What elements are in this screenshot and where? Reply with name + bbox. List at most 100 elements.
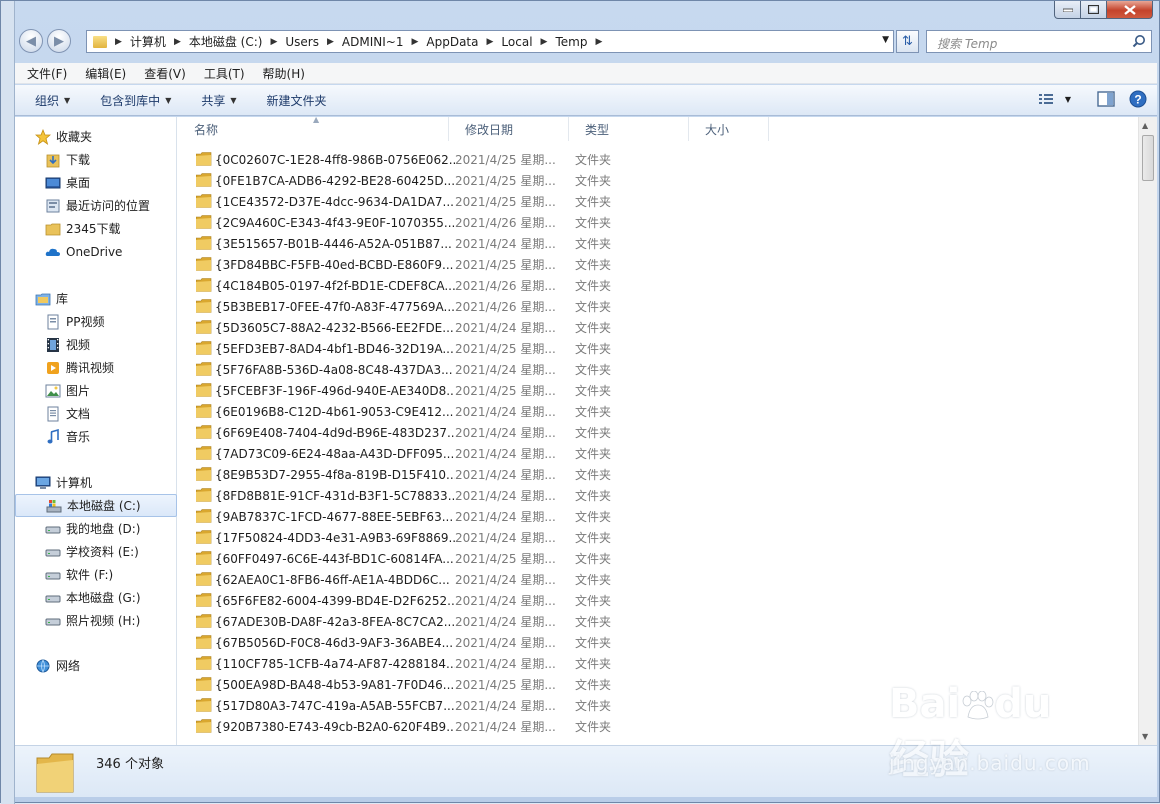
column-type[interactable]: 类型	[569, 117, 689, 141]
file-row[interactable]: {65F6FE82-6004-4399-BD4E-D2F6252... 2021/…	[178, 590, 1138, 611]
file-row[interactable]: {8E9B53D7-2955-4f8a-819B-D15F410... 2021/…	[178, 464, 1138, 485]
file-row[interactable]: {3FD84BBC-F5FB-40ed-BCBD-E860F9... 2021/4…	[178, 254, 1138, 275]
change-view-button[interactable]: ▼	[1038, 93, 1071, 105]
help-icon[interactable]: ?	[1129, 90, 1147, 108]
nav-item-2345-downloads[interactable]: 2345下载	[15, 217, 177, 240]
breadcrumb-separator-icon[interactable]: ▶	[115, 37, 122, 47]
nav-item-tencent-video[interactable]: 腾讯视频	[15, 356, 177, 379]
nav-item-desktop[interactable]: 桌面	[15, 171, 177, 194]
file-row[interactable]: {67B5056D-F0C8-46d3-9AF3-36ABE4... 2021/4…	[178, 632, 1138, 653]
file-row[interactable]: {60FF0497-6C6E-443f-BD1C-60814FA... 2021/…	[178, 548, 1138, 569]
breadcrumb-separator-icon[interactable]: ▶	[174, 37, 181, 47]
nav-item-pp-video[interactable]: PP视频	[15, 310, 177, 333]
file-row[interactable]: {6F69E408-7404-4d9d-B96E-483D237... 2021/…	[178, 422, 1138, 443]
nav-item-drive-f[interactable]: 软件 (F:)	[15, 563, 177, 586]
minimize-button[interactable]	[1054, 1, 1081, 19]
back-button[interactable]: ◀	[19, 29, 43, 53]
breadcrumb-users[interactable]: Users	[285, 35, 319, 49]
file-row[interactable]: {2C9A460C-E343-4f43-9E0F-1070355... 2021/…	[178, 212, 1138, 233]
nav-item-drive-d[interactable]: 我的地盘 (D:)	[15, 517, 177, 540]
nav-item-recent-places[interactable]: 最近访问的位置	[15, 194, 177, 217]
network-header[interactable]: 网络	[15, 654, 177, 677]
file-row[interactable]: {5FCEBF3F-196F-496d-940E-AE340D8... 2021/…	[178, 380, 1138, 401]
nav-item-pictures[interactable]: 图片	[15, 379, 177, 402]
file-name: {0FE1B7CA-ADB6-4292-BE28-60425D...	[215, 173, 455, 188]
file-row[interactable]: {7AD73C09-6E24-48aa-A43D-DFF095... 2021/4…	[178, 443, 1138, 464]
vertical-scrollbar[interactable]: ▲ ▼	[1138, 117, 1157, 745]
close-button[interactable]	[1107, 1, 1153, 19]
nav-item-videos[interactable]: 视频	[15, 333, 177, 356]
downloads-folder-icon	[46, 154, 60, 167]
address-bar[interactable]: ▶ 计算机 ▶ 本地磁盘 (C:) ▶ Users ▶ ADMINI~1 ▶ A…	[86, 30, 894, 53]
column-name[interactable]: 名称	[178, 117, 449, 141]
library-document-icon	[47, 314, 59, 329]
scroll-down-arrow-icon[interactable]: ▼	[1142, 732, 1148, 741]
file-row[interactable]: {1CE43572-D37E-4dcc-9634-DA1DA7... 2021/4…	[178, 191, 1138, 212]
menu-help[interactable]: 帮助(H)	[257, 65, 311, 82]
nav-item-onedrive[interactable]: OneDrive	[15, 240, 177, 263]
scroll-up-arrow-icon[interactable]: ▲	[1142, 121, 1148, 130]
maximize-button[interactable]	[1081, 1, 1107, 19]
file-date: 2021/4/24 星期...	[455, 489, 556, 503]
explorer-window: ◀ ▶ ▶ 计算机 ▶ 本地磁盘 (C:) ▶ Users ▶ ADMINI~1…	[0, 0, 1160, 804]
preview-pane-icon[interactable]	[1097, 91, 1115, 107]
scroll-thumb[interactable]	[1142, 135, 1154, 181]
file-row[interactable]: {4C184B05-0197-4f2f-BD1E-CDEF8CA... 2021/…	[178, 275, 1138, 296]
menu-file[interactable]: 文件(F)	[21, 65, 73, 82]
file-row[interactable]: {9AB7837C-1FCD-4677-88EE-5EBF63... 2021/4…	[178, 506, 1138, 527]
nav-item-documents[interactable]: 文档	[15, 402, 177, 425]
file-row[interactable]: {110CF785-1CFB-4a74-AF87-4288184... 2021/…	[178, 653, 1138, 674]
file-row[interactable]: {8FD8B81E-91CF-431d-B3F1-5C78833... 2021/…	[178, 485, 1138, 506]
address-history-dropdown-icon[interactable]: ▼	[882, 35, 889, 45]
file-row[interactable]: {5D3605C7-88A2-4232-B566-EE2FDE... 2021/4…	[178, 317, 1138, 338]
file-row[interactable]: {62AEA0C1-8FB6-46ff-AE1A-4BDD6C... 2021/4…	[178, 569, 1138, 590]
file-row[interactable]: {0C02607C-1E28-4ff8-986B-0756E062... 2021…	[178, 149, 1138, 170]
column-size[interactable]: 大小	[689, 117, 769, 141]
chevron-down-icon: ▼	[165, 95, 172, 105]
breadcrumb-admin[interactable]: ADMINI~1	[342, 35, 404, 49]
menu-tools[interactable]: 工具(T)	[198, 65, 251, 82]
nav-item-drive-h[interactable]: 照片视频 (H:)	[15, 609, 177, 632]
favorites-header[interactable]: 收藏夹	[15, 125, 177, 148]
file-row[interactable]: {6E0196B8-C12D-4b61-9053-C9E412... 2021/4…	[178, 401, 1138, 422]
file-row[interactable]: {5B3BEB17-0FEE-47f0-A83F-477569A... 2021/…	[178, 296, 1138, 317]
forward-button[interactable]: ▶	[47, 29, 71, 53]
file-date: 2021/4/25 星期...	[455, 258, 556, 272]
refresh-button[interactable]: ⇅	[896, 30, 919, 53]
search-icon[interactable]	[1132, 34, 1146, 48]
file-row[interactable]: {67ADE30B-DA8F-42a3-8FEA-8C7CA2... 2021/4…	[178, 611, 1138, 632]
file-row[interactable]: {17F50824-4DD3-4e31-A9B3-69F8869... 2021/…	[178, 527, 1138, 548]
file-row[interactable]: {5EFD3EB7-8AD4-4bf1-BD46-32D19A... 2021/4…	[178, 338, 1138, 359]
menu-view[interactable]: 查看(V)	[138, 65, 192, 82]
nav-item-drive-c[interactable]: 本地磁盘 (C:)	[15, 494, 177, 517]
search-input[interactable]: 搜索 Temp	[926, 30, 1152, 53]
include-in-library-button[interactable]: 包含到库中 ▼	[100, 92, 171, 109]
file-row[interactable]: {0FE1B7CA-ADB6-4292-BE28-60425D... 2021/4…	[178, 170, 1138, 191]
breadcrumb-temp[interactable]: Temp	[555, 35, 587, 49]
file-name: {517D80A3-747C-419a-A5AB-55FCB7...	[215, 698, 455, 713]
breadcrumb-separator-icon[interactable]: ▶	[327, 37, 334, 47]
breadcrumb-appdata[interactable]: AppData	[426, 35, 478, 49]
breadcrumb-computer[interactable]: 计算机	[130, 33, 166, 50]
share-button[interactable]: 共享 ▼	[201, 92, 236, 109]
libraries-header[interactable]: 库	[15, 287, 177, 310]
nav-item-drive-e[interactable]: 学校资料 (E:)	[15, 540, 177, 563]
breadcrumb-local[interactable]: Local	[501, 35, 532, 49]
breadcrumb-separator-icon[interactable]: ▶	[270, 37, 277, 47]
menu-edit[interactable]: 编辑(E)	[79, 65, 132, 82]
file-row[interactable]: {5F76FA8B-536D-4a08-8C48-437DA3... 2021/4…	[178, 359, 1138, 380]
breadcrumb-separator-icon[interactable]: ▶	[487, 37, 494, 47]
folder-icon	[196, 425, 212, 439]
nav-item-downloads[interactable]: 下载	[15, 148, 177, 171]
breadcrumb-separator-icon[interactable]: ▶	[595, 37, 602, 47]
column-modified[interactable]: 修改日期	[449, 117, 569, 141]
file-row[interactable]: {3E515657-B01B-4446-A52A-051B87... 2021/4…	[178, 233, 1138, 254]
new-folder-button[interactable]: 新建文件夹	[267, 92, 327, 109]
nav-item-music[interactable]: 音乐	[15, 425, 177, 448]
organize-button[interactable]: 组织 ▼	[35, 92, 70, 109]
computer-header[interactable]: 计算机	[15, 471, 177, 494]
breadcrumb-separator-icon[interactable]: ▶	[411, 37, 418, 47]
nav-item-drive-g[interactable]: 本地磁盘 (G:)	[15, 586, 177, 609]
breadcrumb-drive-c[interactable]: 本地磁盘 (C:)	[189, 33, 263, 50]
breadcrumb-separator-icon[interactable]: ▶	[541, 37, 548, 47]
